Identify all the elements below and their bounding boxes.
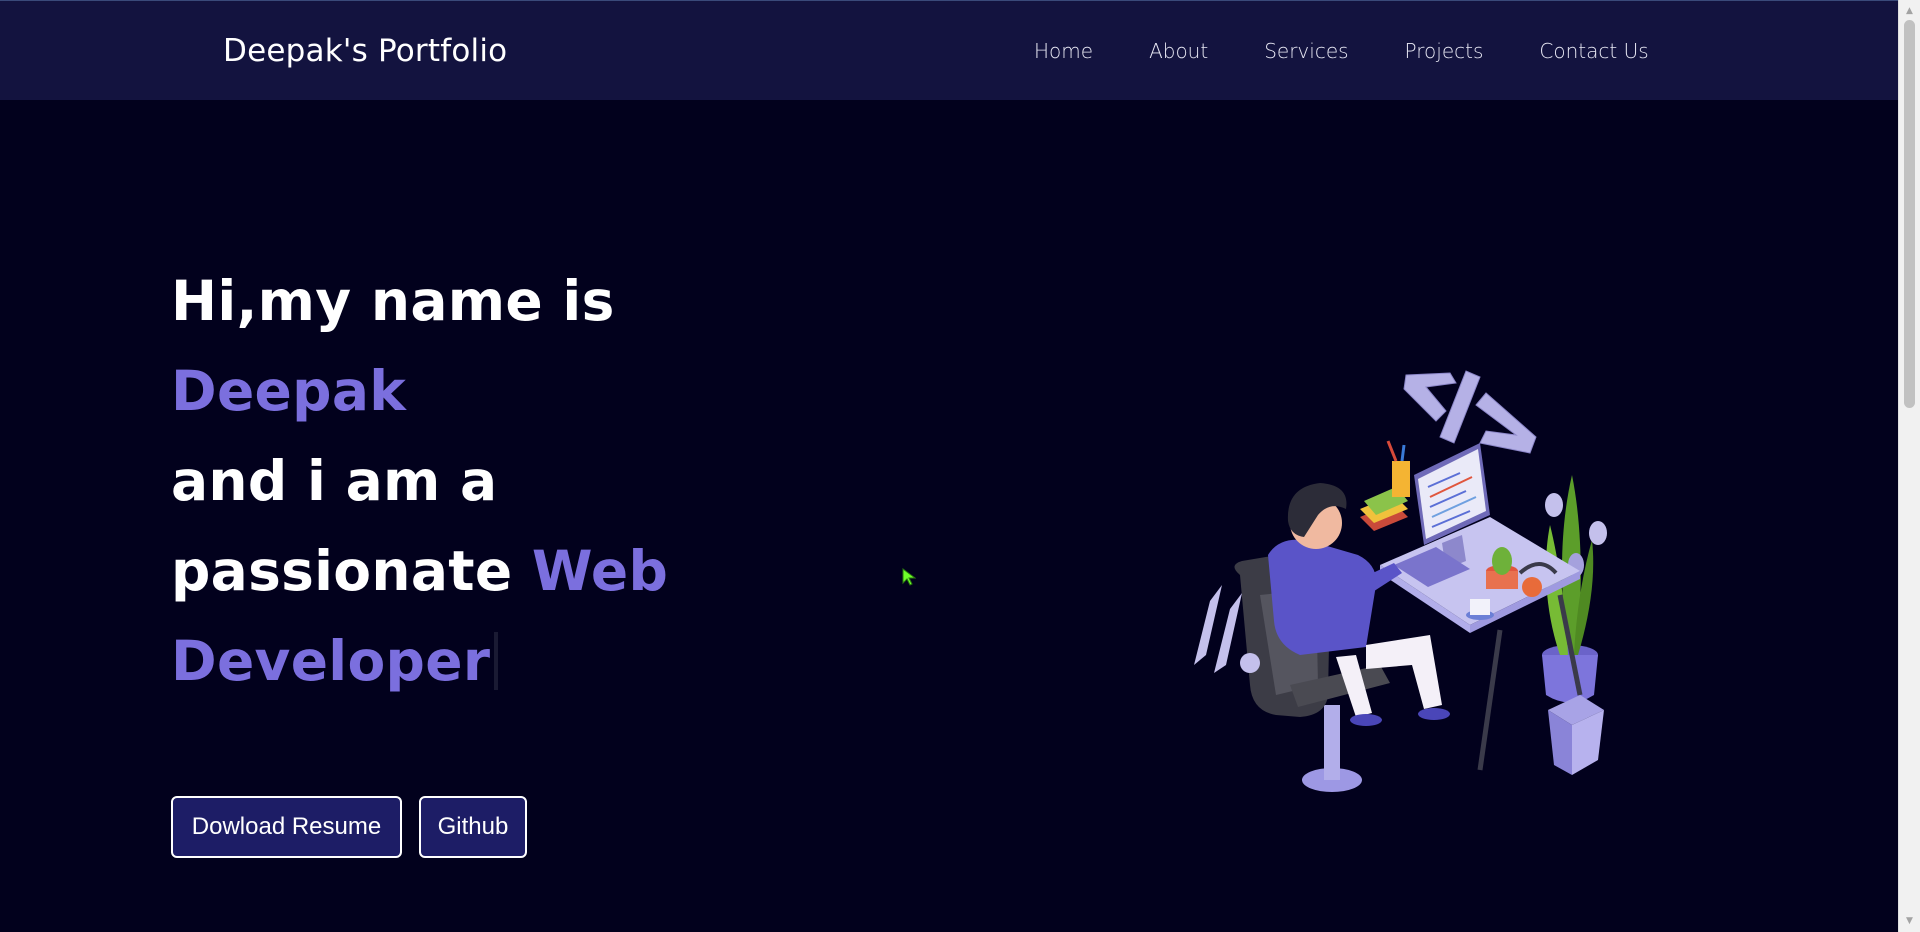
- developer-illustration: [1194, 370, 1607, 792]
- code-icon: [1403, 370, 1537, 454]
- nav-link-projects[interactable]: Projects: [1405, 38, 1484, 64]
- navbar: Deepak's Portfolio Home About Services P…: [0, 0, 1898, 100]
- nav-links: Home About Services Projects Contact Us: [1034, 38, 1649, 64]
- scroll-up-arrow-icon[interactable]: ▲: [1899, 2, 1920, 20]
- hero-role-line: passionate Web: [171, 526, 891, 616]
- trash-can: [1548, 695, 1604, 775]
- nav-link-contact[interactable]: Contact Us: [1539, 38, 1648, 64]
- scrollbar-thumb[interactable]: [1904, 20, 1915, 408]
- decor-bars: [1194, 585, 1242, 673]
- hero-heading: Hi,my name is Deepak and i am a passiona…: [171, 256, 891, 706]
- hero-greeting: Hi,my name is: [171, 269, 615, 333]
- hero-role-web: Web: [531, 539, 669, 603]
- hero-role-prefix: passionate: [171, 539, 532, 603]
- brand-logo[interactable]: Deepak's Portfolio: [223, 31, 507, 71]
- hero-intro: and i am a: [171, 449, 498, 513]
- nav-link-services[interactable]: Services: [1264, 38, 1348, 64]
- hero-role-line-2: Developer: [171, 616, 891, 706]
- scroll-down-arrow-icon[interactable]: ▼: [1899, 912, 1920, 930]
- page-scrollbar[interactable]: ▲ ▼: [1898, 0, 1920, 932]
- books: [1360, 440, 1410, 531]
- download-resume-button[interactable]: Dowload Resume: [171, 796, 402, 858]
- page: Deepak's Portfolio Home About Services P…: [0, 0, 1920, 932]
- hero-name: Deepak: [171, 359, 407, 423]
- hero-role-developer: Developer: [171, 629, 491, 693]
- hero-buttons: Dowload Resume Github: [171, 796, 544, 858]
- mouse-cursor-icon: [902, 568, 916, 586]
- nav-link-home[interactable]: Home: [1034, 38, 1093, 64]
- github-button[interactable]: Github: [419, 796, 527, 858]
- nav-link-about[interactable]: About: [1149, 38, 1208, 64]
- typing-caret: [494, 632, 499, 690]
